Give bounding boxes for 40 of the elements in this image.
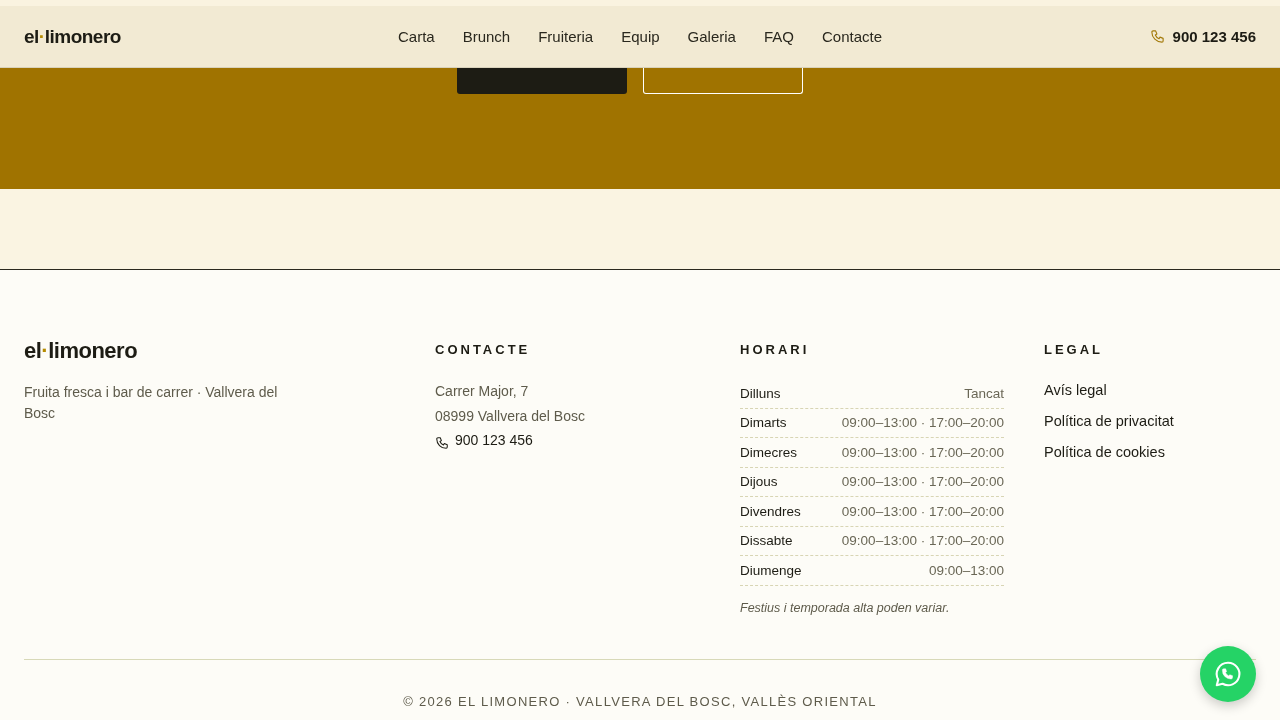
nav-link[interactable]: Equip xyxy=(621,28,660,45)
opening-hours: 09:00–13:00 · 17:00–20:00 xyxy=(841,533,1004,549)
day-label: Divendres xyxy=(740,503,801,519)
column-heading: LEGAL xyxy=(1044,342,1105,357)
call-button[interactable] xyxy=(457,68,627,94)
day-label: Dimarts xyxy=(740,415,787,431)
opening-hours: 09:00–13:00 · 17:00–20:00 xyxy=(841,503,1004,519)
logo[interactable]: el·limonero xyxy=(24,25,121,48)
copyright: © 2026 EL LIMONERO · VALLVERA DEL BOSC, VALLÈS ORIENTAL xyxy=(403,694,877,709)
legal-link[interactable]: Avís legal xyxy=(1044,375,1107,406)
whatsapp-button[interactable] xyxy=(643,68,803,94)
day-label: Dijous xyxy=(740,474,778,490)
opening-hours: 09:00–13:00 · 17:00–20:00 xyxy=(841,444,1004,460)
day-label: Diumenge xyxy=(740,562,802,578)
address-line: 08999 Vallvera del Bosc xyxy=(435,406,586,426)
tagline: Fruita fresca i bar de carrer · Vallvera del Bosc xyxy=(24,383,279,423)
day-label: Dilluns xyxy=(740,385,781,401)
day-label: Dimecres xyxy=(740,444,797,460)
opening-hours: Tancat xyxy=(964,385,1004,401)
opening-hours: 09:00–13:00 xyxy=(928,562,1004,578)
phone-link[interactable]: 900 123 456 xyxy=(1149,28,1256,45)
nav-link[interactable]: Brunch xyxy=(462,28,511,45)
legal-link[interactable]: Política de cookies xyxy=(1044,437,1165,468)
column-heading: HORARI xyxy=(740,342,811,357)
logo[interactable]: el·limonero xyxy=(24,338,138,363)
column-heading: CONTACTE xyxy=(435,342,532,357)
legal-link[interactable]: Política de privacitat xyxy=(1044,406,1174,437)
hours-note: Festius i temporada alta poden variar. xyxy=(740,600,951,615)
nav-link[interactable]: Galeria xyxy=(687,28,736,45)
address-line: Carrer Major, 7 xyxy=(435,382,530,401)
chat-phone-icon xyxy=(1213,659,1243,689)
phone-icon xyxy=(1149,29,1165,44)
opening-hours: 09:00–13:00 · 17:00–20:00 xyxy=(841,474,1004,490)
day-label: Dissabte xyxy=(740,533,793,549)
nav-link[interactable]: Fruiteria xyxy=(538,28,594,45)
nav-link[interactable]: FAQ xyxy=(763,28,794,45)
opening-hours: 09:00–13:00 · 17:00–20:00 xyxy=(841,415,1004,431)
nav-link[interactable]: Contacte xyxy=(821,28,882,45)
phone-link[interactable]: 900 123 456 xyxy=(435,428,700,452)
nav-link[interactable]: Carta xyxy=(398,28,435,45)
